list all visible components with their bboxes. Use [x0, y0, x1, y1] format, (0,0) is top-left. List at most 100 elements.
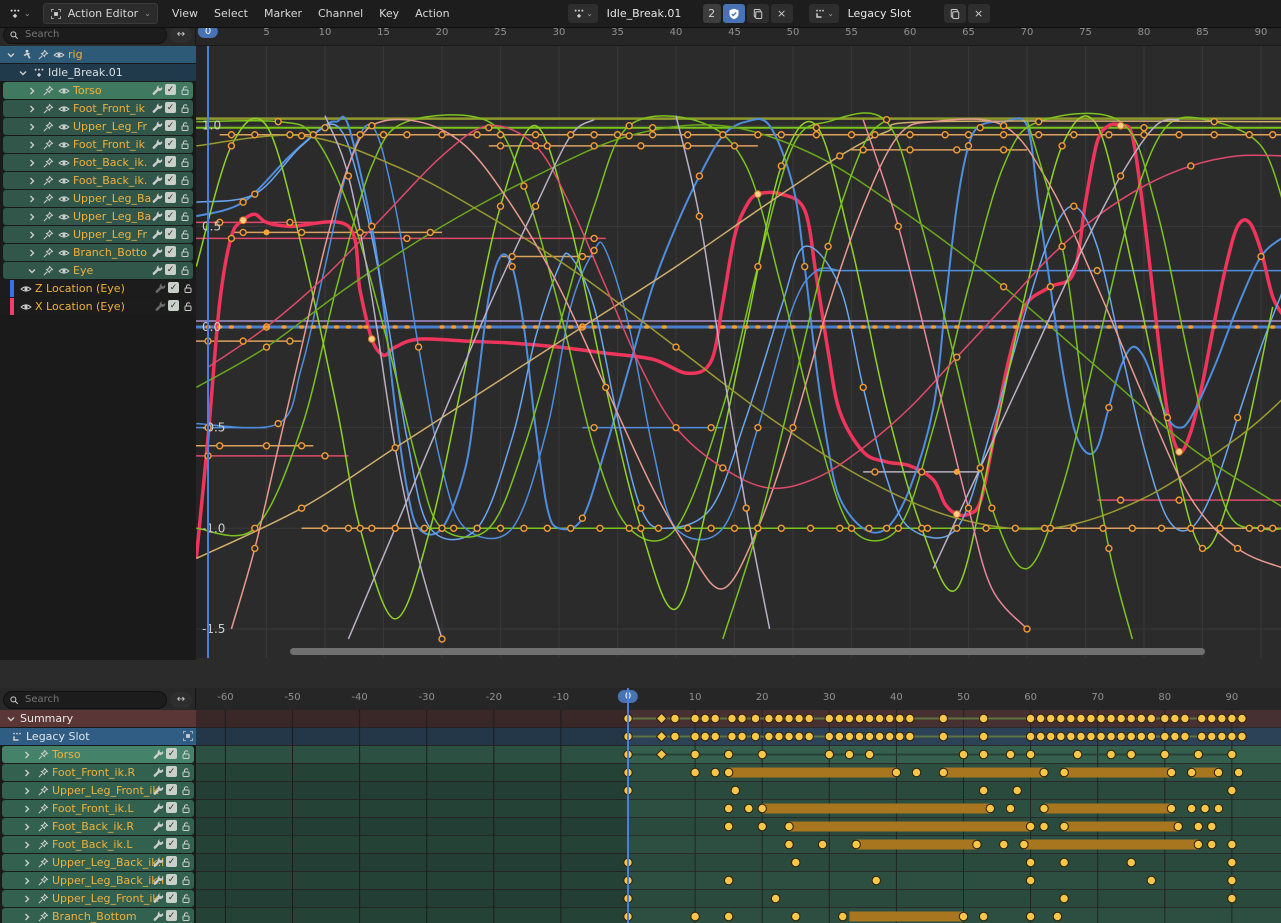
unlock-icon[interactable] [179, 837, 192, 850]
action-users-button[interactable]: 2 [703, 4, 721, 23]
channel-row-slot[interactable]: Legacy Slot [0, 728, 196, 745]
pin-icon[interactable] [41, 264, 54, 277]
mute-checkbox[interactable]: ✓ [165, 174, 176, 185]
unlock-icon[interactable] [178, 245, 191, 258]
mute-checkbox[interactable]: ✓ [165, 228, 176, 239]
pin-icon[interactable] [41, 84, 54, 97]
modifier-wrench-icon[interactable] [151, 855, 164, 868]
modifier-wrench-icon[interactable] [150, 137, 163, 150]
mute-checkbox[interactable]: ✓ [166, 838, 177, 849]
channel-row-upper_leg_front_ik[interactable]: Upper_Leg_Front_ik✓ [2, 890, 194, 907]
unlock-icon[interactable] [179, 891, 192, 904]
pin-icon[interactable] [36, 820, 49, 833]
modifier-wrench-icon[interactable] [150, 155, 163, 168]
visibility-icon[interactable] [57, 246, 70, 259]
keyframe-area[interactable] [196, 710, 1281, 923]
channel-row-fcurve[interactable]: Z Location (Eye)✓ [0, 280, 196, 297]
unlock-icon[interactable] [178, 101, 191, 114]
channel-row-torso[interactable]: Torso✓ [2, 746, 194, 763]
dope-channel-search[interactable] [3, 691, 167, 709]
expand-icon[interactable] [25, 156, 38, 169]
modifier-wrench-icon[interactable] [150, 245, 163, 258]
graph-playhead[interactable] [207, 46, 209, 658]
mute-checkbox[interactable]: ✓ [165, 210, 176, 221]
modifier-wrench-icon[interactable] [151, 765, 164, 778]
channel-row-upper_leg_front_ik[interactable]: Upper_Leg_Front_ik✓ [2, 782, 194, 799]
channel-row-upper_leg_fr[interactable]: Upper_Leg_Fr✓ [3, 226, 193, 243]
pin-icon[interactable] [36, 784, 49, 797]
unlock-icon[interactable] [179, 747, 192, 760]
dope-menu-key[interactable]: Key [371, 4, 407, 23]
unlock-icon[interactable] [179, 801, 192, 814]
unlock-icon[interactable] [181, 281, 194, 294]
channel-row-upper_leg_back_ik.l[interactable]: Upper_Leg_Back_ik.l✓ [2, 872, 194, 889]
unlock-icon[interactable] [178, 191, 191, 204]
visibility-icon[interactable] [57, 84, 70, 97]
mute-checkbox[interactable]: ✓ [168, 300, 179, 311]
unlock-icon[interactable] [179, 783, 192, 796]
modifier-wrench-icon[interactable] [150, 263, 163, 276]
dope-playhead[interactable] [627, 688, 629, 923]
action-browse-dropdown[interactable]: ⌄ [568, 4, 598, 23]
pin-icon[interactable] [36, 856, 49, 869]
modifier-wrench-icon[interactable] [153, 299, 166, 312]
pin-icon[interactable] [41, 120, 54, 133]
graph-horizontal-scrollbar[interactable] [290, 648, 1205, 655]
mute-checkbox[interactable]: ✓ [165, 84, 176, 95]
unlock-icon[interactable] [178, 155, 191, 168]
channel-row-upper_leg_fr[interactable]: Upper_Leg_Fr✓ [3, 118, 193, 135]
channel-search[interactable] [3, 26, 167, 44]
slot-browse-dropdown[interactable]: ⌄ [809, 4, 839, 23]
unlock-icon[interactable] [178, 209, 191, 222]
channel-row-foot_back_ik.r[interactable]: Foot_Back_ik.R✓ [2, 818, 194, 835]
modifier-wrench-icon[interactable] [151, 837, 164, 850]
dope-frame-ruler[interactable]: -60-50-40-30-20-1001020304050607080900 [196, 688, 1281, 711]
expand-icon[interactable] [20, 838, 33, 851]
channel-row-fcurve[interactable]: X Location (Eye)✓ [0, 298, 196, 315]
channel-row-upper_leg_ba[interactable]: Upper_Leg_Ba✓ [3, 208, 193, 225]
visibility-icon[interactable] [57, 138, 70, 151]
channel-row-eye[interactable]: Eye✓ [3, 262, 193, 279]
expand-icon[interactable] [20, 784, 33, 797]
filter-expand-button[interactable]: ↔ [170, 27, 192, 43]
modifier-wrench-icon[interactable] [150, 101, 163, 114]
modifier-wrench-icon[interactable] [151, 891, 164, 904]
unlock-icon[interactable] [178, 83, 191, 96]
expand-icon[interactable] [20, 874, 33, 887]
channel-row-foot_front_ik.l[interactable]: Foot_Front_ik.L✓ [2, 800, 194, 817]
modifier-wrench-icon[interactable] [150, 227, 163, 240]
unlock-icon[interactable] [179, 873, 192, 886]
expand-icon[interactable] [25, 192, 38, 205]
mute-checkbox[interactable]: ✓ [166, 910, 177, 921]
pin-icon[interactable] [36, 802, 49, 815]
expand-icon[interactable] [20, 892, 33, 905]
expand-icon[interactable] [25, 138, 38, 151]
expand-icon[interactable] [25, 102, 38, 115]
unlock-icon[interactable] [178, 119, 191, 132]
duplicate-action-button[interactable] [747, 4, 769, 23]
pin-icon[interactable] [36, 892, 49, 905]
fake-user-toggle[interactable] [723, 4, 745, 23]
channel-row-branch_botto[interactable]: Branch_Botto✓ [3, 244, 193, 261]
pin-icon[interactable] [36, 48, 49, 61]
pin-icon[interactable] [41, 102, 54, 115]
channel-row-foot_back_ik.[interactable]: Foot_Back_ik.✓ [3, 154, 193, 171]
channel-row-torso[interactable]: Torso✓ [3, 82, 193, 99]
mute-checkbox[interactable]: ✓ [166, 874, 177, 885]
mute-checkbox[interactable]: ✓ [166, 748, 177, 759]
modifier-wrench-icon[interactable] [151, 873, 164, 886]
expand-icon[interactable] [4, 712, 17, 725]
pin-icon[interactable] [36, 910, 49, 923]
unlink-slot-button[interactable]: × [968, 4, 990, 23]
modifier-wrench-icon[interactable] [151, 783, 164, 796]
pin-icon[interactable] [41, 192, 54, 205]
expand-icon[interactable] [25, 264, 38, 277]
mute-checkbox[interactable]: ✓ [166, 784, 177, 795]
fcurve-plot[interactable]: 1.00.50.0-0.5-1.0-1.5 [196, 46, 1281, 658]
unlock-icon[interactable] [178, 263, 191, 276]
visibility-icon[interactable] [57, 156, 70, 169]
channel-row-upper_leg_ba[interactable]: Upper_Leg_Ba✓ [3, 190, 193, 207]
channel-row-action[interactable]: Idle_Break.01 [0, 64, 196, 81]
expand-icon[interactable] [20, 910, 33, 923]
visibility-icon[interactable] [57, 228, 70, 241]
